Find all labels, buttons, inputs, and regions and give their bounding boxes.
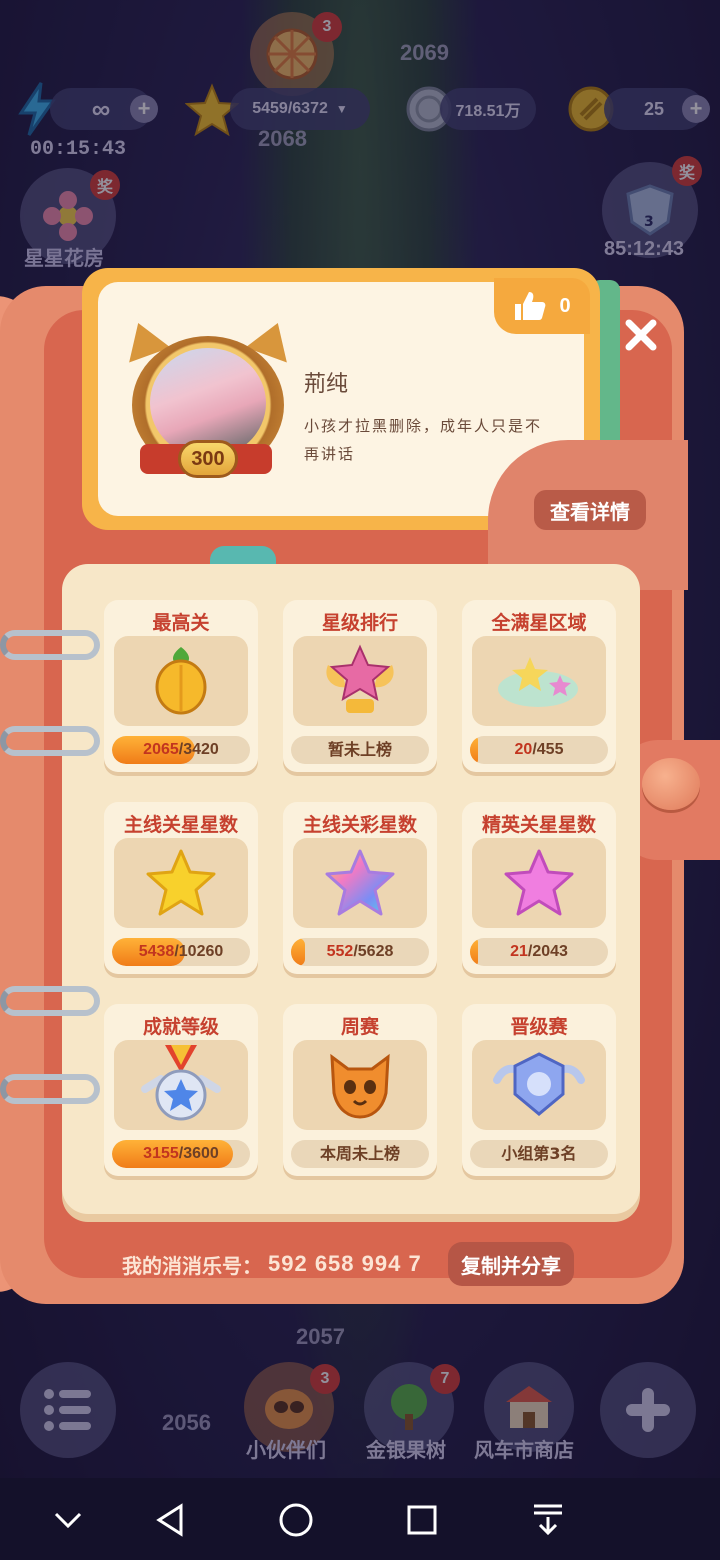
- stat-title: 全满星区域: [491, 612, 587, 634]
- progress-bar: 552/5628: [291, 938, 429, 966]
- player-nickname: 荊纯: [304, 372, 349, 397]
- rank-label-box: 本周未上榜: [291, 1140, 429, 1168]
- binder-ring: [0, 630, 100, 660]
- progress-current: 21: [510, 943, 528, 960]
- system-nav-bar: [0, 1478, 720, 1560]
- clasp-button: [642, 758, 700, 810]
- progress-bar: 5438/10260: [112, 938, 250, 966]
- progress-total: 10260: [178, 943, 224, 960]
- account-row: 我的消消乐号： 592 658 994 7: [122, 1242, 422, 1286]
- stat-card[interactable]: 最高关 2065/3420: [104, 600, 258, 772]
- stat-card[interactable]: 周赛 本周未上榜: [283, 1004, 437, 1176]
- cat-badge-icon: [293, 1040, 427, 1130]
- stat-card[interactable]: 星级排行 暂未上榜: [283, 600, 437, 772]
- progress-bar: 21/2043: [470, 938, 608, 966]
- progress-bar: 3155/3600: [112, 1140, 250, 1168]
- progress-text: 3155/3600: [112, 1140, 250, 1168]
- progress-text: 21/2043: [470, 938, 608, 966]
- rank-label-box: 小组第3名: [470, 1140, 608, 1168]
- home-button[interactable]: [268, 1492, 324, 1548]
- rainbow-star-icon: [293, 838, 427, 928]
- progress-text: 5438/10260: [112, 938, 250, 966]
- account-number: 592 658 994 7: [268, 1251, 422, 1276]
- stat-card[interactable]: 精英关星星数 21/2043: [462, 802, 616, 974]
- progress-total: 3420: [183, 741, 219, 758]
- star-trophy-icon: [293, 636, 427, 726]
- thumbs-up-icon: [515, 292, 546, 320]
- yellow-star-icon: [114, 838, 248, 928]
- progress-text: 552/5628: [291, 938, 429, 966]
- rank-status: 本周未上榜: [319, 1144, 400, 1163]
- recents-button[interactable]: [394, 1492, 450, 1548]
- progress-current: 552: [326, 943, 354, 960]
- recents-square-icon: [407, 1505, 437, 1535]
- progress-text: 20/455: [470, 736, 608, 764]
- binder-ring: [0, 986, 100, 1016]
- stat-card[interactable]: 晋级赛小组第3名: [462, 1004, 616, 1176]
- stat-card[interactable]: 主线关彩星数 552/5628: [283, 802, 437, 974]
- progress-current: 3155: [143, 1145, 179, 1162]
- collapse-button[interactable]: [40, 1492, 96, 1548]
- back-triangle-icon: [156, 1503, 183, 1537]
- rank-status: 小组第3名: [501, 1144, 577, 1163]
- copy-share-button[interactable]: 复制并分享: [448, 1242, 574, 1286]
- stat-title: 精英关星星数: [481, 814, 596, 836]
- close-button[interactable]: [618, 312, 664, 358]
- progress-bar: 20/455: [470, 736, 608, 764]
- notification-pull-button[interactable]: [520, 1492, 576, 1548]
- close-icon: [625, 319, 657, 351]
- progress-total: 3600: [183, 1145, 219, 1162]
- progress-current: 5438: [138, 943, 175, 960]
- progress-total: 2043: [532, 943, 568, 960]
- progress-current: 2065: [143, 741, 179, 758]
- progress-total: 455: [536, 741, 564, 758]
- rank-status: 暂未上榜: [327, 740, 392, 759]
- progress-total: 5628: [357, 943, 394, 960]
- like-count: 0: [559, 294, 571, 317]
- stat-title: 主线关彩星数: [302, 814, 417, 836]
- rank-label-box: 暂未上榜: [291, 736, 429, 764]
- progress-current: 20: [514, 741, 533, 758]
- golden-onion-icon: [114, 636, 248, 726]
- progress-text: 2065/3420: [112, 736, 250, 764]
- stat-title: 周赛: [340, 1016, 379, 1038]
- like-button[interactable]: 0: [494, 278, 590, 334]
- view-details-button[interactable]: 查看详情: [534, 490, 646, 530]
- stat-title: 晋级赛: [510, 1016, 568, 1038]
- stat-card[interactable]: 全满星区域 20/455: [462, 600, 616, 772]
- binder-ring: [0, 726, 100, 756]
- back-button[interactable]: [142, 1492, 198, 1548]
- home-circle-icon: [279, 1503, 313, 1537]
- chevron-down-icon: [54, 1512, 82, 1529]
- progress-bar: 2065/3420: [112, 736, 250, 764]
- stat-title: 最高关: [152, 612, 210, 634]
- stat-title: 星级排行: [321, 612, 398, 634]
- account-label: 我的消消乐号：: [122, 1253, 262, 1278]
- medal-icon: [114, 1040, 248, 1130]
- stat-card[interactable]: 主线关星星数 5438/10260: [104, 802, 258, 974]
- star-cloud-icon: [472, 636, 606, 726]
- pull-down-icon: [534, 1504, 562, 1536]
- stat-card[interactable]: 成就等级 3155/3600: [104, 1004, 258, 1176]
- crystal-badge-icon: [472, 1040, 606, 1130]
- player-level: 300: [178, 440, 238, 478]
- pink-star-icon: [472, 838, 606, 928]
- stat-title: 成就等级: [142, 1016, 219, 1038]
- binder-ring: [0, 1074, 100, 1104]
- stat-title: 主线关星星数: [123, 814, 238, 836]
